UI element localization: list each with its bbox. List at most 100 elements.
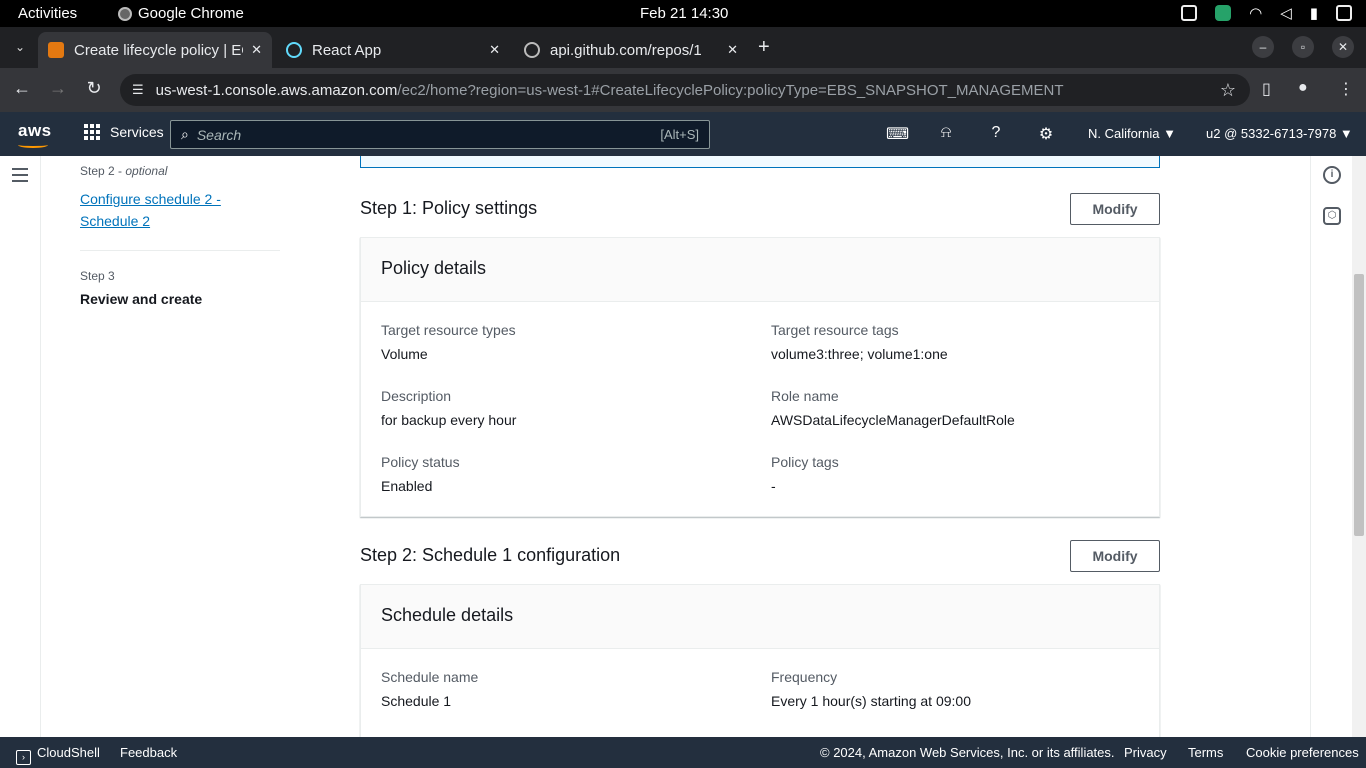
modify-step2-button[interactable]: Modify	[1070, 540, 1160, 572]
main-content: Step 2 - optional Configure schedule 2 -…	[0, 156, 1352, 737]
step1-heading: Step 1: Policy settings	[360, 198, 538, 218]
search-icon: ⌕	[181, 126, 189, 142]
system-top-bar: Activities Google Chrome Feb 21 14:30 ◠ …	[0, 0, 1366, 27]
address-bar[interactable]: ☰ us-west-1.console.aws.amazon.com/ec2/h…	[120, 74, 1250, 106]
step3-title: Review and create	[80, 291, 203, 307]
step2-label: Step 2 - optional	[80, 164, 168, 178]
step1-header: Step 1: Policy settings Modify	[360, 193, 1160, 225]
modify-step1-button[interactable]: Modify	[1070, 193, 1160, 225]
account-menu[interactable]: u2 @ 5332-6713-7978 ▼	[1206, 126, 1353, 141]
schedule-details-card: Schedule details Schedule name Schedule 1…	[360, 584, 1160, 737]
search-input[interactable]: ⌕ Search [Alt+S]	[170, 120, 710, 149]
side-panel-icon[interactable]: ▯	[1262, 79, 1271, 99]
console-footer: › CloudShell Feedback © 2024, Amazon Web …	[0, 737, 1366, 768]
search-shortcut-hint: [Alt+S]	[660, 127, 699, 142]
react-icon	[286, 42, 302, 58]
step3-label: Step 3	[80, 269, 115, 283]
check-shield-icon	[1215, 5, 1232, 21]
system-tray[interactable]: ◠ ◁ ▮	[1181, 4, 1352, 22]
step2-header: Step 2: Schedule 1 configuration Modify	[360, 540, 1160, 572]
copyright-text: © 2024, Amazon Web Services, Inc. or its…	[820, 745, 1115, 760]
tab-react-app[interactable]: React App ✕	[276, 32, 510, 68]
reload-icon[interactable]: ↻	[82, 78, 106, 99]
card-title: Schedule details	[361, 585, 1159, 649]
tab-create-lifecycle-policy[interactable]: Create lifecycle policy | EC2 ✕	[38, 32, 272, 68]
field-policy-status: Policy status Enabled	[381, 454, 460, 494]
field-policy-tags: Policy tags -	[771, 454, 839, 494]
close-icon[interactable]: ✕	[251, 42, 262, 58]
cloudshell-button[interactable]: › CloudShell	[16, 745, 100, 765]
activities-button[interactable]: Activities	[18, 5, 77, 22]
settings-gear-icon[interactable]: ⚙	[1036, 124, 1056, 144]
policy-details-grid: Target resource types Volume Target resou…	[361, 302, 1159, 494]
site-info-icon[interactable]: ☰	[132, 82, 144, 98]
volume-icon: ◁	[1280, 5, 1292, 22]
field-role-name: Role name AWSDataLifecycleManagerDefaultR…	[771, 388, 1015, 428]
step2-link[interactable]: Configure schedule 2 -	[80, 191, 221, 207]
cookie-preferences-link[interactable]: Cookie preferences	[1246, 745, 1359, 760]
info-icon[interactable]: i	[1323, 166, 1341, 184]
clock[interactable]: Feb 21 14:30	[640, 5, 728, 22]
app-menu[interactable]: Google Chrome	[118, 5, 244, 22]
battery-icon	[1336, 5, 1352, 21]
cloud-icon	[1181, 5, 1198, 21]
url-host: us-west-1.console.aws.amazon.com	[155, 81, 398, 99]
field-target-resource-types: Target resource types Volume	[381, 322, 516, 362]
tab-github-api[interactable]: api.github.com/repos/1 ✕	[514, 32, 748, 68]
aws-logo[interactable]: aws	[18, 121, 52, 148]
policy-details-card: Policy details Target resource types Volu…	[360, 237, 1160, 517]
new-tab-plus-icon[interactable]: +	[758, 36, 770, 59]
tab-title: api.github.com/repos/1	[550, 41, 702, 59]
cloudshell-icon[interactable]: ⌨	[886, 124, 909, 144]
cloudshell-icon: ›	[16, 750, 31, 765]
help-icon[interactable]: ?	[986, 124, 1006, 142]
aws-smile-icon	[18, 142, 48, 148]
profile-icon[interactable]: ●	[1298, 79, 1308, 97]
divider	[80, 250, 280, 251]
forward-arrow-icon[interactable]: →	[46, 78, 70, 99]
field-schedule-name: Schedule name Schedule 1	[381, 669, 479, 709]
notifications-bell-icon[interactable]: ⍾	[936, 124, 956, 142]
services-menu-button[interactable]: Services	[84, 124, 164, 140]
feedback-link[interactable]: Feedback	[120, 745, 177, 760]
grid-icon	[84, 124, 100, 140]
browser-toolbar: ← → ↻ ☰ us-west-1.console.aws.amazon.com…	[0, 68, 1366, 112]
info-alert	[360, 156, 1160, 168]
aws-logo-text: aws	[18, 121, 52, 140]
right-rail: i ⬡	[1310, 156, 1352, 737]
minimize-icon[interactable]: –	[1252, 36, 1274, 58]
step2-link-schedule[interactable]: Schedule 2	[80, 213, 150, 229]
close-icon[interactable]: ✕	[727, 42, 738, 58]
field-target-resource-tags: Target resource tags volume3:three; volum…	[771, 322, 948, 362]
search-placeholder: Search	[196, 126, 242, 143]
window-close-icon[interactable]: ✕	[1332, 36, 1354, 58]
tab-search-icon[interactable]: ⌄	[8, 35, 32, 59]
close-icon[interactable]: ✕	[489, 42, 500, 58]
aws-console-nav: aws Services ⌕ Search [Alt+S] ⌨ ⍾ ? ⚙ N.…	[0, 112, 1366, 156]
wizard-steps: Step 2 - optional Configure schedule 2 -…	[80, 164, 280, 307]
browser-tab-strip: ⌄ Create lifecycle policy | EC2 ✕ React …	[0, 27, 1366, 68]
scrollbar-thumb[interactable]	[1354, 274, 1364, 536]
field-frequency: Frequency Every 1 hour(s) starting at 09:…	[771, 669, 971, 709]
hexagon-icon[interactable]: ⬡	[1323, 207, 1341, 225]
chrome-icon	[118, 6, 132, 21]
field-description: Description for backup every hour	[381, 388, 517, 428]
hamburger-menu-icon[interactable]	[12, 168, 28, 186]
more-menu-icon[interactable]: ⋮	[1338, 79, 1354, 99]
step2-heading: Step 2: Schedule 1 configuration	[360, 545, 621, 565]
left-rail	[0, 156, 41, 737]
card-title: Policy details	[361, 238, 1159, 302]
page-scrollbar[interactable]	[1352, 156, 1366, 737]
microphone-icon: ▮	[1309, 5, 1318, 22]
tab-title: Create lifecycle policy | EC2	[74, 41, 244, 59]
globe-icon	[524, 42, 540, 58]
bookmark-star-icon[interactable]: ☆	[1220, 80, 1236, 101]
schedule-details-grid: Schedule name Schedule 1 Frequency Every 1…	[361, 649, 1159, 709]
tab-title: React App	[312, 41, 382, 59]
restore-icon[interactable]: ▫	[1292, 36, 1314, 58]
terms-link[interactable]: Terms	[1188, 745, 1223, 760]
back-arrow-icon[interactable]: ←	[10, 78, 34, 99]
privacy-link[interactable]: Privacy	[1124, 745, 1167, 760]
services-label: Services	[110, 124, 164, 140]
region-selector[interactable]: N. California ▼	[1088, 126, 1176, 141]
